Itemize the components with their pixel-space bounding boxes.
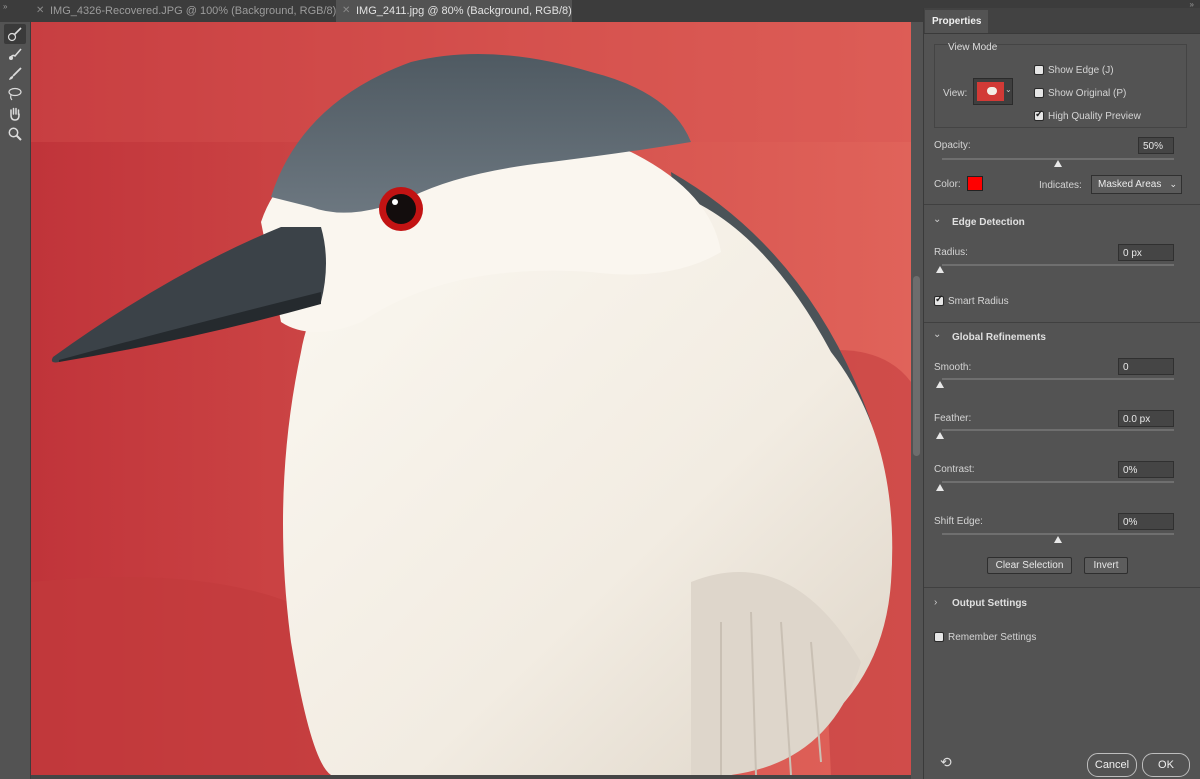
- smooth-slider-track[interactable]: [942, 378, 1174, 380]
- shift-edge-slider-track[interactable]: [942, 533, 1174, 535]
- ok-button[interactable]: OK: [1142, 753, 1190, 777]
- brush-icon[interactable]: [4, 64, 26, 84]
- close-tab-icon[interactable]: ✕: [342, 0, 350, 22]
- shift-edge-slider-thumb[interactable]: [1054, 536, 1062, 543]
- invert-button[interactable]: Invert: [1084, 557, 1128, 574]
- properties-panel: Properties View Mode View: ⌄ Show Edge (…: [923, 8, 1200, 779]
- divider: [924, 322, 1200, 323]
- lasso-icon[interactable]: [4, 84, 26, 104]
- contrast-slider-track[interactable]: [942, 481, 1174, 483]
- high-quality-preview-label: High Quality Preview: [1048, 111, 1141, 122]
- chevron-down-icon[interactable]: ⌄: [933, 329, 941, 340]
- tab-label: IMG_4326-Recovered.JPG @ 100% (Backgroun…: [50, 5, 344, 17]
- smooth-label: Smooth:: [934, 362, 972, 373]
- radius-slider-thumb[interactable]: [936, 266, 944, 273]
- contrast-field[interactable]: 0%: [1118, 461, 1174, 478]
- close-tab-icon[interactable]: ✕: [36, 0, 44, 22]
- show-original-checkbox[interactable]: [1034, 88, 1044, 98]
- shift-edge-label: Shift Edge:: [934, 516, 983, 527]
- show-edge-checkbox[interactable]: [1034, 65, 1044, 75]
- tab-properties[interactable]: Properties: [925, 10, 989, 33]
- quick-selection-brush-icon[interactable]: [4, 24, 26, 44]
- opacity-field[interactable]: 50%: [1138, 137, 1174, 154]
- tab-label: IMG_2411.jpg @ 80% (Background, RGB/8): [356, 5, 572, 17]
- reset-icon[interactable]: ⟲: [940, 754, 952, 771]
- feather-slider-thumb[interactable]: [936, 432, 944, 439]
- chevron-right-icon[interactable]: ›: [934, 597, 937, 608]
- color-label: Color:: [934, 179, 961, 190]
- remember-settings-checkbox[interactable]: [934, 632, 944, 642]
- view-label: View:: [943, 88, 968, 99]
- contrast-slider-thumb[interactable]: [936, 484, 944, 491]
- tab-img-2411[interactable]: ✕ IMG_2411.jpg @ 80% (Background, RGB/8): [336, 0, 572, 22]
- tab-img-4326[interactable]: ✕ IMG_4326-Recovered.JPG @ 100% (Backgro…: [30, 0, 344, 22]
- status-strip: [31, 775, 911, 779]
- smooth-slider-thumb[interactable]: [936, 381, 944, 388]
- smart-radius-label: Smart Radius: [948, 296, 1009, 307]
- panel-tab-bar: Properties: [924, 8, 1200, 34]
- high-quality-preview-checkbox[interactable]: [1034, 109, 1044, 121]
- view-thumbnail-image: [977, 82, 1004, 101]
- edge-detection-header[interactable]: Edge Detection: [952, 217, 1025, 228]
- divider: [924, 587, 1200, 588]
- collapse-icon[interactable]: »: [3, 2, 8, 11]
- radius-slider-track[interactable]: [942, 264, 1174, 266]
- opacity-slider-thumb[interactable]: [1054, 160, 1062, 167]
- view-mode-title: View Mode: [948, 42, 998, 53]
- feather-slider-track[interactable]: [942, 429, 1174, 431]
- feather-label: Feather:: [934, 413, 972, 424]
- indicates-label: Indicates:: [1039, 180, 1082, 191]
- indicates-value: Masked Areas: [1098, 179, 1162, 190]
- chevron-down-icon: ⌄: [1169, 179, 1177, 189]
- chevron-down-icon: ⌄: [1005, 85, 1012, 94]
- divider: [924, 204, 1200, 205]
- show-edge-label: Show Edge (J): [1048, 65, 1114, 76]
- shift-edge-field[interactable]: 0%: [1118, 513, 1174, 530]
- chevron-down-icon[interactable]: ⌄: [933, 214, 941, 225]
- tools-bar: [0, 22, 31, 779]
- cancel-button[interactable]: Cancel: [1087, 753, 1137, 777]
- contrast-label: Contrast:: [934, 464, 975, 475]
- global-refinements-header[interactable]: Global Refinements: [952, 332, 1046, 343]
- radius-field[interactable]: 0 px: [1118, 244, 1174, 261]
- smart-radius-checkbox[interactable]: [934, 294, 944, 306]
- view-mode-thumbnail[interactable]: ⌄: [973, 78, 1013, 105]
- clear-selection-button[interactable]: Clear Selection: [987, 557, 1072, 574]
- remember-settings-label: Remember Settings: [948, 632, 1037, 643]
- radius-label: Radius:: [934, 247, 968, 258]
- vertical-scrollbar[interactable]: [911, 22, 923, 775]
- refine-edge-brush-icon[interactable]: [4, 44, 26, 64]
- image-canvas[interactable]: [31, 22, 911, 775]
- color-swatch[interactable]: [967, 176, 983, 191]
- output-settings-header[interactable]: Output Settings: [952, 598, 1027, 609]
- hand-icon[interactable]: [4, 104, 26, 124]
- zoom-icon[interactable]: [4, 124, 26, 144]
- panel-top-strip: »: [923, 0, 1200, 9]
- smooth-field[interactable]: 0: [1118, 358, 1174, 375]
- feather-field[interactable]: 0.0 px: [1118, 410, 1174, 427]
- indicates-select[interactable]: Masked Areas ⌄: [1091, 175, 1182, 194]
- opacity-label: Opacity:: [934, 140, 971, 151]
- heron-photo: [31, 22, 911, 775]
- show-original-label: Show Original (P): [1048, 88, 1127, 99]
- scroll-thumb[interactable]: [913, 276, 920, 456]
